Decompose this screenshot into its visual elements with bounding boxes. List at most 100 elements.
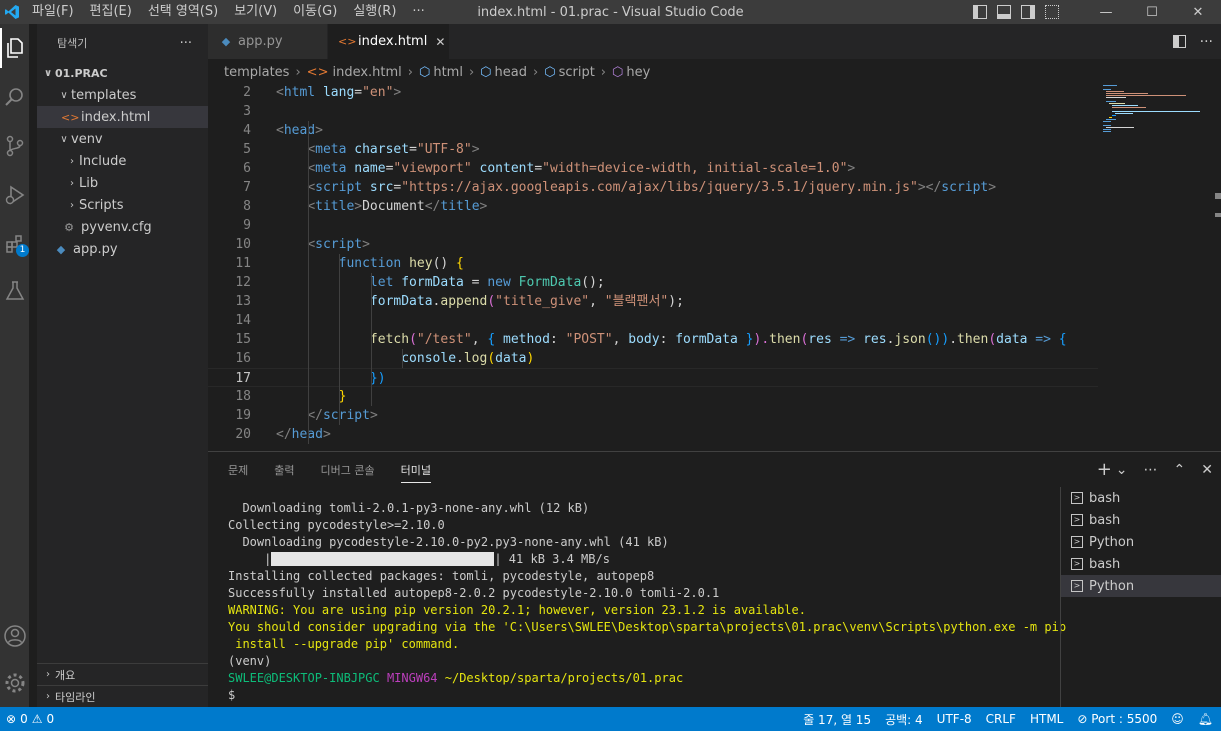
code-line[interactable]: 10 <script> bbox=[208, 235, 1098, 254]
code-editor[interactable]: 2 <html lang="en"> 3 4 <head> 5 <meta charset… bbox=[208, 83, 1221, 451]
breadcrumb-templates[interactable]: templates bbox=[224, 65, 289, 80]
feedback-icon[interactable]: ☺ bbox=[1171, 712, 1184, 726]
file-pyvenv-cfg[interactable]: ⚙ pyvenv.cfg bbox=[37, 216, 208, 238]
timeline-section[interactable]: › 타임라인 bbox=[37, 685, 208, 707]
code-line[interactable]: 14 bbox=[208, 311, 1098, 330]
code-line[interactable]: 8 <title>Document</title> bbox=[208, 197, 1098, 216]
close-panel-button[interactable]: ✕ bbox=[1201, 462, 1213, 478]
terminal-item-selected[interactable]: > Python bbox=[1061, 575, 1221, 597]
terminal-item[interactable]: > Python bbox=[1061, 531, 1221, 553]
close-window-button[interactable]: ✕ bbox=[1175, 0, 1221, 24]
terminal-line: You should consider upgrading via the 'C… bbox=[228, 620, 1067, 634]
menu-run[interactable]: 실행(R) bbox=[345, 0, 404, 24]
code-line[interactable]: 20 </head> bbox=[208, 425, 1098, 444]
end-of-line[interactable]: CRLF bbox=[986, 712, 1016, 726]
code-line[interactable]: 3 bbox=[208, 102, 1098, 121]
toggle-panel-icon[interactable] bbox=[997, 5, 1011, 19]
toggle-secondary-sidebar-icon[interactable] bbox=[1021, 5, 1035, 19]
panel-tabs: 문제 출력 디버그 콘솔 터미널 bbox=[228, 452, 431, 487]
maximize-panel-button[interactable]: ⌃ bbox=[1174, 462, 1186, 478]
tab-problems[interactable]: 문제 bbox=[228, 462, 248, 478]
minimap[interactable] bbox=[1103, 83, 1203, 143]
extensions-badge: 1 bbox=[16, 244, 29, 257]
terminal-item[interactable]: > bash bbox=[1061, 553, 1221, 575]
language-mode[interactable]: HTML bbox=[1030, 712, 1063, 726]
tab-app-py[interactable]: ◆ app.py bbox=[208, 24, 328, 59]
minimize-button[interactable]: — bbox=[1083, 0, 1129, 24]
breadcrumb-head[interactable]: head bbox=[495, 65, 527, 80]
terminal-line: | | 41 kB 3.4 MB/s bbox=[228, 551, 610, 566]
breadcrumb-index-html[interactable]: index.html bbox=[332, 65, 401, 80]
folder-scripts[interactable]: › Scripts bbox=[37, 194, 208, 216]
file-app-py[interactable]: ◆ app.py bbox=[37, 238, 208, 260]
terminal-line: SWLEE@DESKTOP-INBJPGC MINGW64 ~/Desktop/… bbox=[228, 671, 684, 685]
code-line[interactable]: 17 }) bbox=[208, 368, 1098, 387]
outline-section[interactable]: › 개요 bbox=[37, 663, 208, 685]
search-icon[interactable] bbox=[0, 77, 29, 117]
toggle-primary-sidebar-icon[interactable] bbox=[973, 5, 987, 19]
source-control-icon[interactable] bbox=[0, 126, 29, 166]
folder-include[interactable]: › Include bbox=[37, 150, 208, 172]
menu-file[interactable]: 파일(F) bbox=[24, 0, 82, 24]
code-line[interactable]: 9 bbox=[208, 216, 1098, 235]
menu-edit[interactable]: 편집(E) bbox=[82, 0, 140, 24]
breadcrumb-script[interactable]: script bbox=[559, 65, 595, 80]
code-line[interactable]: 15 fetch("/test", { method: "POST", body… bbox=[208, 330, 1098, 349]
panel-more-button[interactable]: ⋯ bbox=[1144, 462, 1158, 478]
tab-output[interactable]: 출력 bbox=[274, 462, 294, 478]
code-line[interactable]: 16 console.log(data) bbox=[208, 349, 1098, 368]
cursor-position[interactable]: 줄 17, 열 15 bbox=[803, 711, 871, 728]
code-line[interactable]: 18 } bbox=[208, 387, 1098, 406]
encoding[interactable]: UTF-8 bbox=[937, 712, 972, 726]
code-line[interactable]: 4 <head> bbox=[208, 121, 1098, 140]
terminal-dropdown-chevron-icon[interactable]: ⌄ bbox=[1116, 462, 1128, 478]
customize-layout-icon[interactable] bbox=[1045, 5, 1059, 19]
indentation[interactable]: 공백: 4 bbox=[885, 711, 923, 728]
breadcrumb-hey[interactable]: hey bbox=[626, 65, 650, 80]
folder-templates[interactable]: ∨ templates bbox=[37, 84, 208, 106]
status-bar: ⊗ 0 ⚠ 0 줄 17, 열 15 공백: 4 UTF-8 CRLF HTML ⊘… bbox=[0, 707, 1221, 731]
code-text: </script> bbox=[307, 408, 378, 423]
testing-flask-icon[interactable] bbox=[0, 271, 29, 311]
extensions-icon[interactable]: 1 bbox=[0, 224, 29, 264]
terminal-item[interactable]: > bash bbox=[1061, 487, 1221, 509]
code-line[interactable]: 7 <script src="https://ajax.googleapis.c… bbox=[208, 178, 1098, 197]
html-icon: <> bbox=[338, 35, 357, 48]
code-line[interactable]: 11 function hey() { bbox=[208, 254, 1098, 273]
code-line[interactable]: 5 <meta charset="UTF-8"> bbox=[208, 140, 1098, 159]
accounts-icon[interactable] bbox=[0, 616, 29, 656]
terminal-item[interactable]: > bash bbox=[1061, 509, 1221, 531]
file-index-html[interactable]: <> index.html bbox=[37, 106, 208, 128]
folder-lib[interactable]: › Lib bbox=[37, 172, 208, 194]
terminal-output[interactable]: Downloading tomli-2.0.1-py3-none-any.whl… bbox=[228, 500, 1067, 704]
folder-root[interactable]: ∨ 01.PRAC bbox=[37, 62, 208, 84]
menu-selection[interactable]: 선택 영역(S) bbox=[140, 0, 226, 24]
live-server-port[interactable]: ⊘ Port : 5500 bbox=[1077, 712, 1157, 726]
code-line[interactable]: 13 formData.append("title_give", "블랙팬서")… bbox=[208, 292, 1098, 311]
close-tab-button[interactable]: ✕ bbox=[435, 35, 445, 49]
folder-venv[interactable]: ∨ venv bbox=[37, 128, 208, 150]
new-terminal-button[interactable]: + bbox=[1097, 459, 1112, 480]
menu-more[interactable]: ··· bbox=[404, 0, 432, 24]
overview-ruler[interactable] bbox=[1213, 83, 1221, 451]
split-editor-icon[interactable] bbox=[1172, 35, 1186, 48]
more-actions-icon[interactable]: ··· bbox=[1200, 34, 1213, 50]
notifications-bell-icon[interactable]: 🔔︎ bbox=[1198, 712, 1213, 726]
menu-view[interactable]: 보기(V) bbox=[226, 0, 285, 24]
explorer-icon[interactable] bbox=[0, 28, 29, 68]
tab-debug-console[interactable]: 디버그 콘솔 bbox=[321, 462, 375, 478]
problems-status[interactable]: ⊗ 0 ⚠ 0 bbox=[0, 712, 54, 726]
menu-go[interactable]: 이동(G) bbox=[285, 0, 345, 24]
line-number: 13 bbox=[235, 294, 251, 309]
code-line[interactable]: 2 <html lang="en"> bbox=[208, 83, 1098, 102]
settings-gear-icon[interactable] bbox=[0, 663, 29, 703]
tab-terminal[interactable]: 터미널 bbox=[400, 462, 431, 483]
breadcrumb-html[interactable]: html bbox=[433, 65, 463, 80]
code-line[interactable]: 6 <meta name="viewport" content="width=d… bbox=[208, 159, 1098, 178]
code-line[interactable]: 19 </script> bbox=[208, 406, 1098, 425]
tab-index-html[interactable]: <> index.html ✕ bbox=[328, 24, 450, 59]
code-line[interactable]: 12 let formData = new FormData(); bbox=[208, 273, 1098, 292]
run-debug-icon[interactable] bbox=[0, 175, 29, 215]
explorer-more-button[interactable]: ··· bbox=[180, 36, 192, 51]
maximize-button[interactable]: ☐ bbox=[1129, 0, 1175, 24]
